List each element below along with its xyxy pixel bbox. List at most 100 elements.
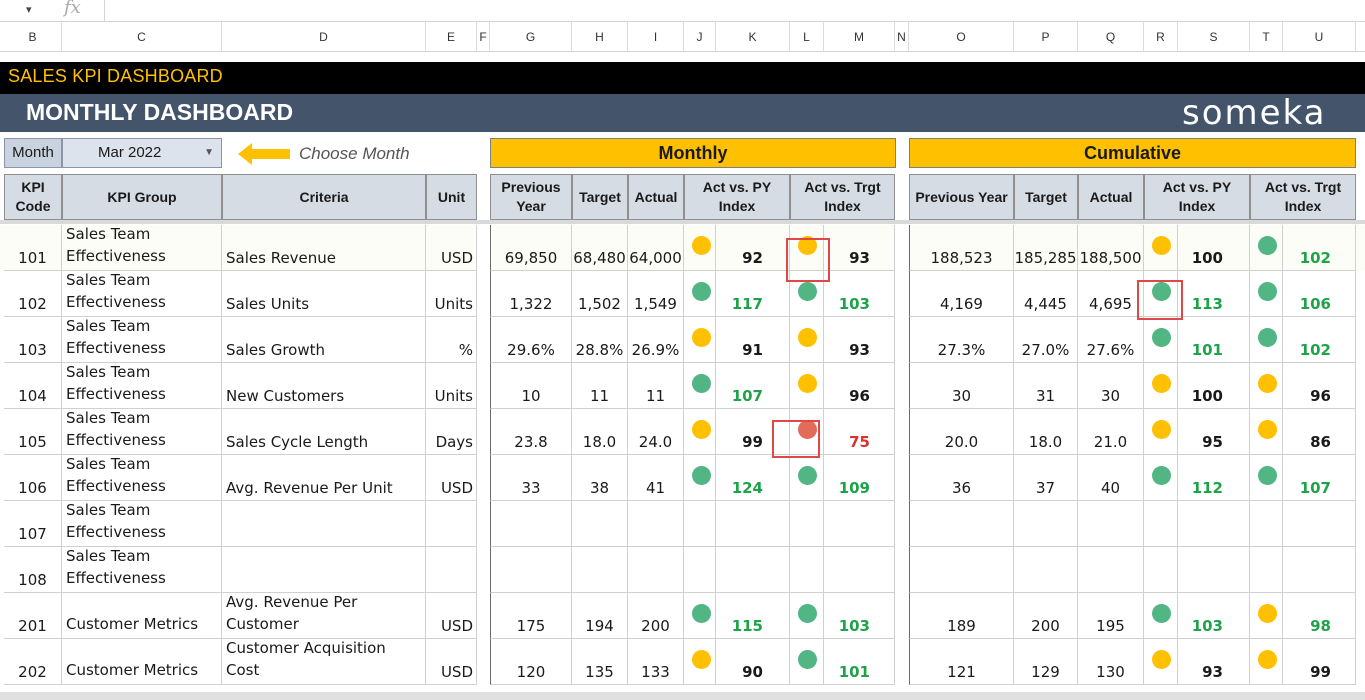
spacer-cell[interactable] [477, 271, 490, 317]
column-header-c[interactable]: C [62, 22, 222, 52]
spacer-cell[interactable] [895, 593, 909, 639]
kpi-group-cell[interactable]: Customer Metrics [62, 593, 222, 639]
monthly-py-status-cell[interactable] [684, 501, 716, 547]
cumulative-py-index-cell[interactable]: 103 [1178, 593, 1250, 639]
cumulative-trgt-status-cell[interactable] [1250, 455, 1283, 501]
column-header-s[interactable]: S [1178, 22, 1250, 52]
cumulative-py-index-cell[interactable]: 100 [1178, 363, 1250, 409]
cumulative-target-cell[interactable] [1014, 501, 1078, 547]
column-header-h[interactable]: H [572, 22, 628, 52]
cumulative-trgt-index-cell[interactable]: 96 [1283, 363, 1356, 409]
cumulative-trgt-index-cell[interactable] [1283, 501, 1356, 547]
cumulative-py-index-cell[interactable]: 101 [1178, 317, 1250, 363]
monthly-py-index-cell[interactable] [716, 501, 790, 547]
monthly-target-cell[interactable]: 38 [572, 455, 628, 501]
cumulative-target-cell[interactable]: 4,445 [1014, 271, 1078, 317]
cumulative-actual-cell[interactable]: 27.6% [1078, 317, 1144, 363]
monthly-py-status-cell[interactable] [684, 455, 716, 501]
kpi-code-cell[interactable]: 104 [4, 363, 62, 409]
spacer-cell[interactable] [895, 639, 909, 685]
cumulative-py-status-cell[interactable] [1144, 363, 1178, 409]
cumulative-py-index-cell[interactable]: 113 [1178, 271, 1250, 317]
monthly-target-cell[interactable] [572, 501, 628, 547]
monthly-actual-cell[interactable]: 64,000 [628, 225, 684, 271]
column-header-j[interactable]: J [684, 22, 716, 52]
cumulative-target-cell[interactable]: 200 [1014, 593, 1078, 639]
cumulative-previous-year-cell[interactable]: 121 [909, 639, 1014, 685]
function-icon[interactable]: fx [64, 0, 81, 18]
monthly-py-index-cell[interactable]: 115 [716, 593, 790, 639]
monthly-previous-year-cell[interactable]: 69,850 [490, 225, 572, 271]
cumulative-py-index-cell[interactable]: 100 [1178, 225, 1250, 271]
kpi-code-cell[interactable]: 102 [4, 271, 62, 317]
cumulative-trgt-index-cell[interactable]: 102 [1283, 317, 1356, 363]
criteria-cell[interactable]: Sales Units [222, 271, 426, 317]
monthly-py-index-cell[interactable]: 107 [716, 363, 790, 409]
column-header-b[interactable]: B [4, 22, 62, 52]
cumulative-previous-year-cell[interactable]: 189 [909, 593, 1014, 639]
monthly-previous-year-cell[interactable]: 120 [490, 639, 572, 685]
criteria-cell[interactable]: Sales Revenue [222, 225, 426, 271]
kpi-group-cell[interactable]: Sales Team Effectiveness [62, 317, 222, 363]
monthly-trgt-status-cell[interactable] [790, 639, 824, 685]
column-header-i[interactable]: I [628, 22, 684, 52]
monthly-py-index-cell[interactable] [716, 547, 790, 593]
month-dropdown[interactable]: Mar 2022 ▼ [62, 138, 222, 168]
cumulative-target-cell[interactable]: 129 [1014, 639, 1078, 685]
monthly-actual-cell[interactable]: 133 [628, 639, 684, 685]
column-header-u[interactable]: U [1283, 22, 1356, 52]
criteria-cell[interactable]: Sales Cycle Length [222, 409, 426, 455]
cumulative-py-index-cell[interactable]: 95 [1178, 409, 1250, 455]
spacer-cell[interactable] [477, 501, 490, 547]
monthly-target-cell[interactable]: 28.8% [572, 317, 628, 363]
spacer-cell[interactable] [477, 639, 490, 685]
kpi-code-cell[interactable]: 108 [4, 547, 62, 593]
spacer-cell[interactable] [895, 225, 909, 271]
cumulative-actual-cell[interactable]: 40 [1078, 455, 1144, 501]
cumulative-actual-cell[interactable]: 4,695 [1078, 271, 1144, 317]
monthly-py-index-cell[interactable]: 91 [716, 317, 790, 363]
monthly-trgt-index-cell[interactable]: 103 [824, 593, 895, 639]
monthly-actual-cell[interactable]: 41 [628, 455, 684, 501]
column-header-k[interactable]: K [716, 22, 790, 52]
monthly-previous-year-cell[interactable] [490, 547, 572, 593]
cumulative-target-cell[interactable] [1014, 547, 1078, 593]
horizontal-scrollbar[interactable] [0, 692, 1365, 700]
spacer-cell[interactable] [895, 547, 909, 593]
cumulative-previous-year-cell[interactable]: 27.3% [909, 317, 1014, 363]
cumulative-trgt-index-cell[interactable] [1283, 547, 1356, 593]
kpi-code-cell[interactable]: 103 [4, 317, 62, 363]
spacer-cell[interactable] [477, 593, 490, 639]
monthly-trgt-status-cell[interactable] [790, 593, 824, 639]
cumulative-target-cell[interactable]: 185,285 [1014, 225, 1078, 271]
monthly-py-index-cell[interactable]: 92 [716, 225, 790, 271]
monthly-py-index-cell[interactable]: 117 [716, 271, 790, 317]
unit-cell[interactable] [426, 547, 477, 593]
monthly-actual-cell[interactable]: 1,549 [628, 271, 684, 317]
kpi-code-cell[interactable]: 202 [4, 639, 62, 685]
cumulative-trgt-status-cell[interactable] [1250, 593, 1283, 639]
monthly-previous-year-cell[interactable] [490, 501, 572, 547]
cumulative-trgt-status-cell[interactable] [1250, 317, 1283, 363]
unit-cell[interactable]: USD [426, 225, 477, 271]
monthly-trgt-status-cell[interactable] [790, 547, 824, 593]
cumulative-actual-cell[interactable]: 195 [1078, 593, 1144, 639]
monthly-trgt-index-cell[interactable]: 96 [824, 363, 895, 409]
cumulative-trgt-status-cell[interactable] [1250, 225, 1283, 271]
cumulative-py-status-cell[interactable] [1144, 225, 1178, 271]
cumulative-previous-year-cell[interactable]: 4,169 [909, 271, 1014, 317]
cumulative-target-cell[interactable]: 27.0% [1014, 317, 1078, 363]
kpi-code-cell[interactable]: 106 [4, 455, 62, 501]
column-header-m[interactable]: M [824, 22, 895, 52]
monthly-actual-cell[interactable] [628, 547, 684, 593]
cumulative-previous-year-cell[interactable]: 36 [909, 455, 1014, 501]
unit-cell[interactable]: USD [426, 455, 477, 501]
criteria-cell[interactable]: Avg. Revenue Per Customer [222, 593, 426, 639]
cumulative-previous-year-cell[interactable]: 30 [909, 363, 1014, 409]
column-header-n[interactable]: N [895, 22, 909, 52]
cumulative-actual-cell[interactable]: 188,500 [1078, 225, 1144, 271]
monthly-py-status-cell[interactable] [684, 317, 716, 363]
monthly-py-status-cell[interactable] [684, 593, 716, 639]
spacer-cell[interactable] [477, 547, 490, 593]
cumulative-target-cell[interactable]: 37 [1014, 455, 1078, 501]
